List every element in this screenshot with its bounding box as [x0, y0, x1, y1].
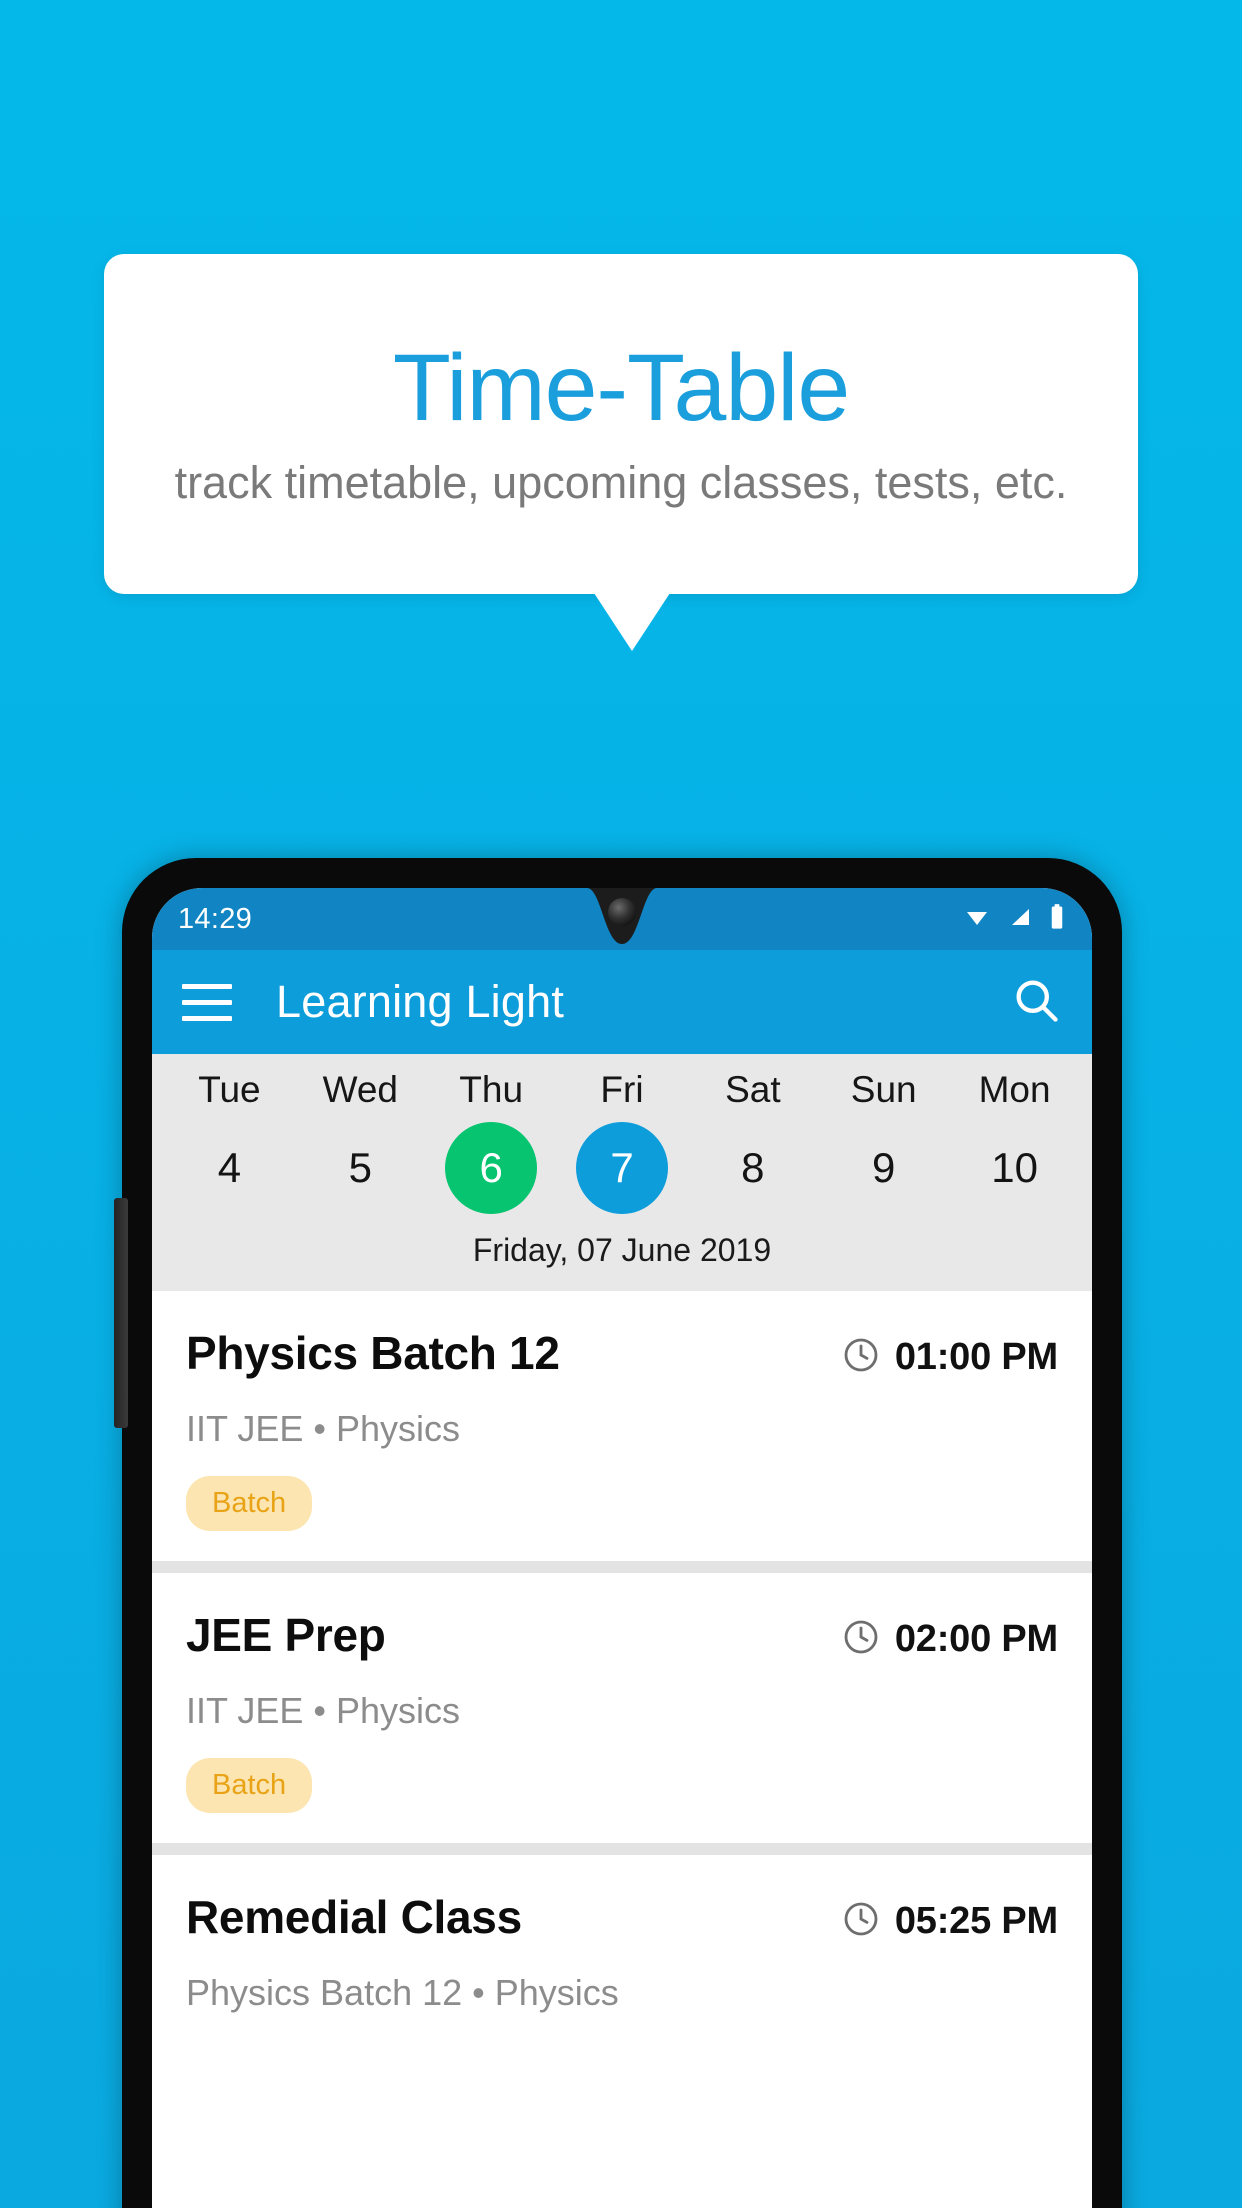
day-name-label: Sat [725, 1069, 781, 1110]
schedule-card[interactable]: JEE Prep 02:00 PM IIT JEE • Physics Batch [152, 1573, 1092, 1844]
card-time: 02:00 PM [894, 1618, 1058, 1661]
search-icon[interactable] [1010, 974, 1062, 1031]
day-name-label: Thu [459, 1069, 524, 1110]
date-strip: Tue 4 Wed 5 Thu 6 Fri 7 Sat 8 Sun 9 Mon 10 Friday, 07… [152, 1054, 1092, 1292]
card-badge-row: Batch [186, 1732, 1058, 1814]
status-time: 14:29 [178, 902, 253, 935]
day-name-label: Fri [600, 1069, 644, 1110]
day-name-label: Sun [850, 1069, 917, 1110]
status-bar: 14:29 [152, 888, 1092, 950]
day-number-wrap: 7 [557, 1120, 688, 1216]
signal-icon [1006, 905, 1034, 934]
card-time: 01:00 PM [894, 1336, 1058, 1379]
selected-date-label: Friday, 07 June 2019 [472, 1232, 772, 1269]
day-column-fri[interactable]: Fri 7 [557, 1066, 688, 1216]
day-column-thu[interactable]: Thu 6 [426, 1066, 557, 1216]
hamburger-menu-icon[interactable] [182, 983, 232, 1021]
card-badge: Batch [186, 1758, 313, 1814]
battery-icon [1048, 903, 1066, 936]
card-subtitle: IIT JEE • Physics [186, 1408, 461, 1450]
card-header-row: JEE Prep 02:00 PM [186, 1611, 1058, 1662]
card-time: 05:25 PM [894, 1900, 1058, 1943]
day-column-wed[interactable]: Wed 5 [295, 1066, 426, 1216]
app-title: Learning Light [276, 976, 565, 1027]
promo-title: Time-Table [392, 334, 850, 441]
card-header-row: Physics Batch 12 01:00 PM [186, 1329, 1058, 1380]
day-number-10[interactable]: 10 [969, 1122, 1061, 1214]
phone-bezel: 14:29 Learning Light Tue 4 Wed 5 Thu 6 F… [152, 888, 1092, 2208]
phone-mockup: 14:29 Learning Light Tue 4 Wed 5 Thu 6 F… [114, 858, 1122, 2208]
card-header-row: Remedial Class 05:25 PM [186, 1893, 1058, 1944]
day-number-wrap: 5 [295, 1120, 426, 1216]
card-time-wrap: 05:25 PM [841, 1893, 1058, 1944]
front-camera-icon [608, 898, 636, 926]
day-column-sun[interactable]: Sun 9 [818, 1066, 949, 1216]
app-bar: Learning Light [152, 950, 1092, 1054]
card-title: Physics Batch 12 [186, 1327, 560, 1380]
day-number-8[interactable]: 8 [707, 1122, 799, 1214]
day-number-5[interactable]: 5 [314, 1122, 406, 1214]
clock-icon [841, 1899, 881, 1944]
day-number-wrap: 9 [818, 1120, 949, 1216]
card-badge: Batch [186, 1476, 313, 1532]
card-time-wrap: 02:00 PM [841, 1611, 1058, 1662]
day-number-wrap: 8 [687, 1120, 818, 1216]
day-column-sat[interactable]: Sat 8 [687, 1066, 818, 1216]
wifi-icon [962, 905, 992, 934]
card-title: JEE Prep [186, 1609, 386, 1662]
phone-button-left[interactable] [114, 1198, 128, 1428]
promo-subtitle: track timetable, upcoming classes, tests… [174, 456, 1068, 508]
day-name-label: Wed [322, 1069, 398, 1110]
phone-screen: 14:29 Learning Light Tue 4 Wed 5 Thu 6 F… [152, 888, 1092, 2208]
schedule-card[interactable]: Remedial Class 05:25 PM Physics Batch 12 •… [152, 1855, 1092, 2045]
day-column-mon[interactable]: Mon 10 [949, 1066, 1080, 1216]
day-name-label: Mon [978, 1069, 1051, 1110]
day-number-wrap: 10 [949, 1120, 1080, 1216]
promo-bubble: Time-Table track timetable, upcoming cla… [104, 254, 1138, 594]
schedule-list: Physics Batch 12 01:00 PM IIT JEE • Physic… [152, 1291, 1092, 2045]
day-number-9[interactable]: 9 [838, 1122, 930, 1214]
day-selector: Tue 4 Wed 5 Thu 6 Fri 7 Sat 8 Sun 9 Mon 10 [152, 1066, 1092, 1216]
schedule-card[interactable]: Physics Batch 12 01:00 PM IIT JEE • Physic… [152, 1291, 1092, 1562]
promo-bubble-tail [594, 593, 670, 651]
card-subtitle: IIT JEE • Physics [186, 1690, 461, 1732]
clock-icon [841, 1335, 881, 1380]
status-icons [962, 903, 1066, 936]
day-number-wrap: 6 [426, 1120, 557, 1216]
day-number-6[interactable]: 6 [445, 1122, 538, 1215]
day-number-4[interactable]: 4 [183, 1122, 275, 1214]
clock-icon [841, 1617, 881, 1662]
card-subtitle: Physics Batch 12 • Physics [186, 1972, 619, 2014]
day-number-wrap: 4 [164, 1120, 295, 1216]
card-title: Remedial Class [186, 1891, 522, 1944]
day-column-tue[interactable]: Tue 4 [164, 1066, 295, 1216]
day-number-7[interactable]: 7 [576, 1122, 668, 1215]
card-badge-row: Batch [186, 1450, 1058, 1532]
day-name-label: Tue [198, 1069, 261, 1110]
card-time-wrap: 01:00 PM [841, 1329, 1058, 1380]
